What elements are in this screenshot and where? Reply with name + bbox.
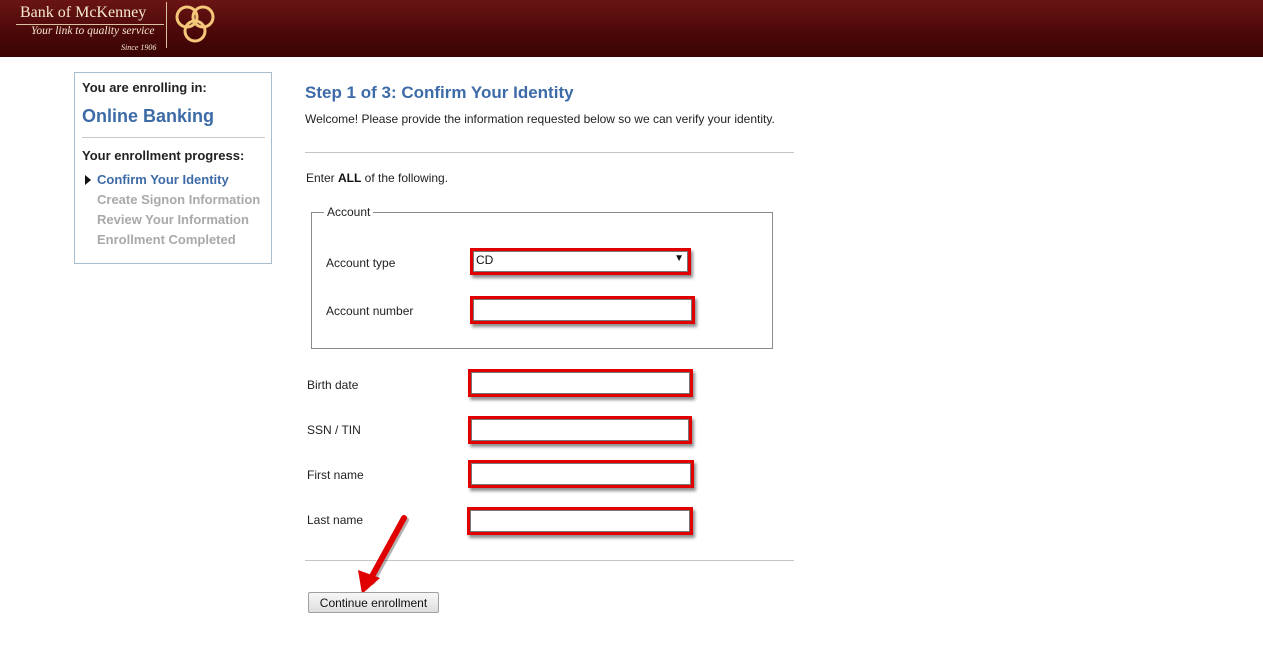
instruction-text: Enter ALL of the following.: [306, 171, 448, 185]
bank-since: Since 1906: [121, 43, 157, 52]
account-number-label: Account number: [326, 304, 414, 318]
bank-tagline: Your link to quality service: [31, 25, 155, 37]
progress-step-create-signon: Create Signon Information: [82, 192, 260, 212]
progress-step-label: Enrollment Completed: [97, 232, 236, 247]
continue-enrollment-button[interactable]: Continue enrollment: [308, 592, 439, 613]
sidebar-divider: [82, 137, 265, 138]
three-rings-icon: [175, 5, 215, 43]
enrolling-in-label: You are enrolling in:: [82, 80, 207, 95]
account-type-highlight: CD ▼: [470, 248, 691, 275]
account-fieldset: Account: [311, 205, 773, 349]
account-number-input[interactable]: [473, 299, 692, 321]
current-step-arrow-icon: [85, 175, 91, 185]
page-title: Step 1 of 3: Confirm Your Identity: [305, 83, 574, 102]
red-pointer-arrow-icon: [358, 515, 409, 594]
instruction-emphasis: ALL: [338, 171, 362, 185]
account-type-label: Account type: [326, 256, 396, 270]
section-divider: [305, 152, 794, 153]
account-type-select[interactable]: CD ▼: [473, 251, 688, 272]
bank-name: Bank of McKenney: [20, 4, 147, 21]
account-legend: Account: [324, 205, 374, 219]
progress-step-completed: Enrollment Completed: [82, 232, 260, 252]
progress-step-label: Create Signon Information: [97, 192, 261, 207]
last-name-highlight: [467, 507, 693, 535]
progress-step-review-info: Review Your Information: [82, 212, 260, 232]
welcome-text: Welcome! Please provide the information …: [305, 112, 775, 126]
site-header: Bank of McKenney Your link to quality se…: [0, 0, 1263, 57]
birth-date-label: Birth date: [307, 378, 359, 392]
logo-vertical-divider: [166, 2, 167, 48]
ssn-tin-label: SSN / TIN: [307, 423, 361, 437]
progress-step-confirm-identity: Confirm Your Identity: [82, 172, 260, 192]
first-name-input[interactable]: [471, 463, 691, 485]
progress-step-label: Review Your Information: [97, 212, 249, 227]
birth-date-highlight: [468, 369, 693, 397]
enrollment-sidebar: You are enrolling in: Online Banking You…: [74, 72, 272, 264]
account-number-highlight: [470, 296, 695, 324]
chevron-down-icon: ▼: [674, 253, 684, 264]
last-name-input[interactable]: [470, 510, 690, 532]
progress-step-label: Confirm Your Identity: [97, 172, 229, 187]
progress-label: Your enrollment progress:: [82, 148, 245, 163]
account-type-value: CD: [476, 253, 494, 267]
bank-logo[interactable]: Bank of McKenney Your link to quality se…: [16, 2, 222, 54]
instruction-suffix: of the following.: [361, 171, 449, 185]
ssn-tin-highlight: [468, 416, 692, 444]
first-name-label: First name: [307, 468, 364, 482]
progress-steps: Confirm Your Identity Create Signon Info…: [82, 172, 260, 252]
ssn-tin-input[interactable]: [471, 419, 689, 441]
instruction-prefix: Enter: [306, 171, 339, 185]
first-name-highlight: [468, 460, 694, 488]
product-name: Online Banking: [82, 106, 215, 126]
birth-date-input[interactable]: [471, 372, 690, 394]
